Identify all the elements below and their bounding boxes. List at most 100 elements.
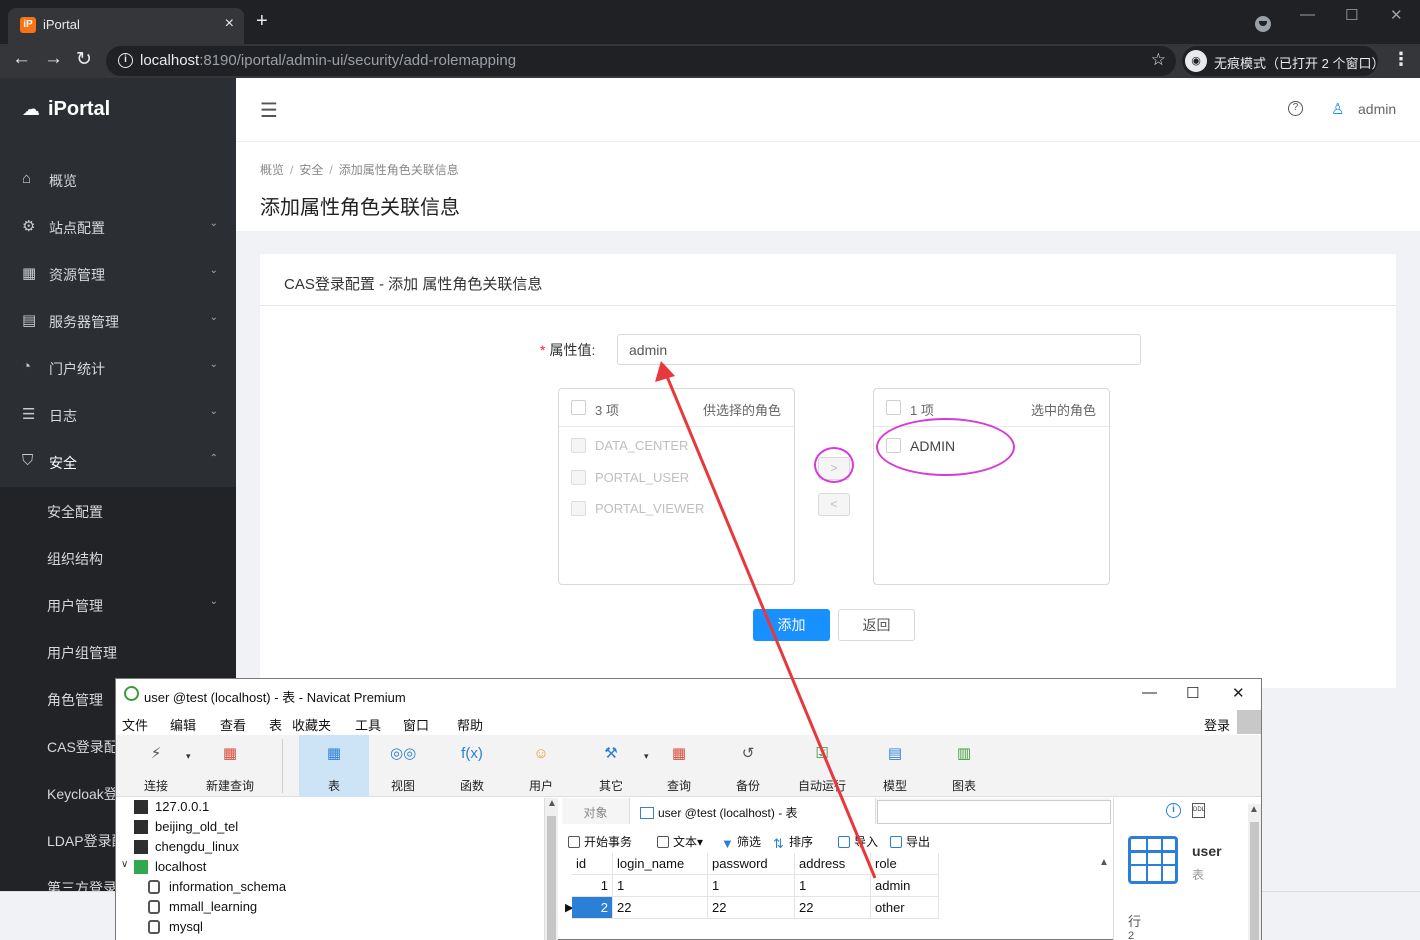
minimize-window-icon[interactable]: — xyxy=(1300,6,1315,23)
menu-dots-icon[interactable]: ⋮ xyxy=(1392,49,1410,70)
info-icon[interactable]: i xyxy=(1166,803,1181,818)
table-cell[interactable]: 22 xyxy=(613,897,708,919)
table-cell[interactable]: 1 xyxy=(708,875,795,897)
toolbar-user-button[interactable]: ☺ 用户 xyxy=(506,735,576,797)
toolbar-connect-button[interactable]: ⚡ 连接 xyxy=(128,735,184,797)
scroll-up-icon[interactable]: ▲ xyxy=(547,798,557,809)
sidebar-item-3[interactable]: ▤ 服务器管理 ⌄ xyxy=(0,297,236,344)
scroll-thumb[interactable] xyxy=(547,816,556,940)
toolbar-model-button[interactable]: ▤ 模型 xyxy=(860,735,930,797)
help-icon[interactable]: ? xyxy=(1288,101,1303,116)
menu-fold-icon[interactable]: ☰ xyxy=(260,98,278,123)
address-bar[interactable]: i localhost:8190/iportal/admin-ui/securi… xyxy=(106,46,1176,76)
forward-arrow-icon[interactable]: → xyxy=(44,48,63,70)
submenu-item[interactable]: 用户组管理 xyxy=(0,628,236,675)
column-header[interactable]: password xyxy=(708,853,795,875)
new-tab-icon[interactable]: + xyxy=(256,11,268,31)
toolbar-view-button[interactable]: ◎◎ 视图 xyxy=(368,735,438,797)
toolbar-query-button[interactable]: ▦ 查询 xyxy=(644,735,714,797)
sidebar-item-4[interactable]: ◔ 门户统计 ⌄ xyxy=(0,344,236,391)
sort-button[interactable]: ⇅ 排序 xyxy=(773,833,813,851)
move-left-button[interactable]: < xyxy=(818,493,850,516)
toolbar-backup-button[interactable]: ↺ 备份 xyxy=(713,735,783,797)
table-cell[interactable]: 22 xyxy=(795,897,871,919)
begin-transaction-button[interactable]: 开始事务 xyxy=(568,833,632,850)
menu-favorites[interactable]: 收藏夹 xyxy=(292,715,331,734)
export-button[interactable]: 导出 xyxy=(890,833,930,850)
role-checkbox[interactable] xyxy=(571,438,586,453)
scroll-up-icon[interactable]: ▲ xyxy=(1249,804,1259,815)
menu-file[interactable]: 文件 xyxy=(122,715,148,734)
tree-scrollbar[interactable]: ▲ xyxy=(544,798,558,940)
role-checkbox[interactable] xyxy=(571,501,586,516)
user-icon[interactable]: ♙ xyxy=(1331,100,1344,118)
connect-dropdown-icon[interactable]: ▾ xyxy=(186,751,191,762)
navicat-login[interactable]: 登录 xyxy=(1204,715,1230,734)
sidebar-item-5[interactable]: ☰ 日志 ⌄ xyxy=(0,391,236,438)
list-item[interactable]: DATA_CENTER xyxy=(559,430,794,461)
info-scrollbar[interactable]: ▲ xyxy=(1248,804,1261,940)
other-dropdown-icon[interactable]: ▾ xyxy=(644,751,649,762)
role-checkbox[interactable] xyxy=(571,470,586,485)
column-header[interactable]: login_name xyxy=(613,853,708,875)
menu-help[interactable]: 帮助 xyxy=(457,715,483,734)
grid-scroll-up-icon[interactable]: ▲ xyxy=(1099,857,1109,868)
select-all-available-checkbox[interactable] xyxy=(571,400,586,415)
back-button[interactable]: 返回 xyxy=(838,609,915,641)
table-cell[interactable]: 1 xyxy=(613,875,708,897)
menu-view[interactable]: 查看 xyxy=(220,715,246,734)
add-button[interactable]: 添加 xyxy=(753,609,830,641)
avatar[interactable] xyxy=(1237,710,1261,734)
table-cell[interactable]: other xyxy=(871,897,939,919)
import-button[interactable]: 导入 xyxy=(838,833,878,850)
sidebar-item-2[interactable]: ▦ 资源管理 ⌄ xyxy=(0,250,236,297)
column-header[interactable]: role xyxy=(871,853,939,875)
navicat-search-input[interactable] xyxy=(877,800,1111,824)
menu-window[interactable]: 窗口 xyxy=(403,715,429,734)
tab-close-icon[interactable]: × xyxy=(225,15,234,33)
reload-icon[interactable]: ↻ xyxy=(76,48,92,71)
menu-edit[interactable]: 编辑 xyxy=(170,715,196,734)
text-button[interactable]: 文本▾ xyxy=(657,833,703,850)
toolbar-chart-button[interactable]: ▥ 图表 xyxy=(929,735,999,797)
list-item[interactable]: PORTAL_VIEWER xyxy=(559,493,794,524)
toolbar-new-query-button[interactable]: ▦ 新建查询 xyxy=(200,735,260,797)
profile-menu-icon[interactable] xyxy=(1255,16,1271,32)
sidebar-item-security[interactable]: ⛉ 安全 ⌃ xyxy=(0,438,236,485)
toolbar-auto-run-button[interactable]: ☑ 自动运行 xyxy=(782,735,862,797)
filter-button[interactable]: ▼ 筛选 xyxy=(721,833,761,851)
star-icon[interactable]: ☆ xyxy=(1151,50,1166,70)
table-row[interactable]: ▶ 2 22 22 22 other xyxy=(562,897,942,919)
tab-user-table[interactable]: user @test (localhost) - 表 xyxy=(630,798,876,824)
table-cell[interactable]: 22 xyxy=(708,897,795,919)
menu-table[interactable]: 表 xyxy=(269,715,282,734)
breadcrumb-overview[interactable]: 概览 xyxy=(260,163,284,177)
info-icon[interactable]: i xyxy=(118,53,133,68)
toolbar-function-button[interactable]: f(x) 函数 xyxy=(437,735,507,797)
chevron-down-icon[interactable]: ∨ xyxy=(121,859,128,870)
column-header[interactable]: id xyxy=(572,853,613,875)
close-window-icon[interactable]: ✕ xyxy=(1390,6,1403,24)
sidebar-item-1[interactable]: ⚙ 站点配置 ⌄ xyxy=(0,203,236,250)
list-item[interactable]: PORTAL_USER xyxy=(559,462,794,493)
url-text[interactable]: localhost:8190/iportal/admin-ui/security… xyxy=(140,52,516,69)
maximize-window-icon[interactable]: ☐ xyxy=(1345,6,1358,24)
column-header[interactable]: address xyxy=(795,853,871,875)
incognito-badge[interactable]: ◉ 无痕模式（已打开 2 个窗口） xyxy=(1182,46,1384,76)
scroll-thumb[interactable] xyxy=(1250,822,1259,940)
breadcrumb-security[interactable]: 安全 xyxy=(299,163,323,177)
submenu-item[interactable]: 用户管理 ⌄ xyxy=(0,581,236,628)
table-cell[interactable]: 2 xyxy=(572,897,613,919)
toolbar-other-button[interactable]: ⚒ 其它 xyxy=(576,735,646,797)
submenu-item[interactable]: 组织结构 xyxy=(0,534,236,581)
toolbar-table-button[interactable]: ▦ 表 xyxy=(299,735,369,797)
navicat-maximize-icon[interactable]: ☐ xyxy=(1186,684,1199,702)
tab-objects[interactable]: 对象 xyxy=(562,798,630,824)
menu-tools[interactable]: 工具 xyxy=(355,715,381,734)
back-arrow-icon[interactable]: ← xyxy=(12,48,31,70)
table-cell[interactable]: 1 xyxy=(572,875,613,897)
table-row[interactable]: 1 1 1 1 admin xyxy=(562,875,942,897)
table-cell[interactable]: 1 xyxy=(795,875,871,897)
table-cell[interactable]: admin xyxy=(871,875,939,897)
browser-tab[interactable]: iP iPortal × xyxy=(8,8,244,44)
